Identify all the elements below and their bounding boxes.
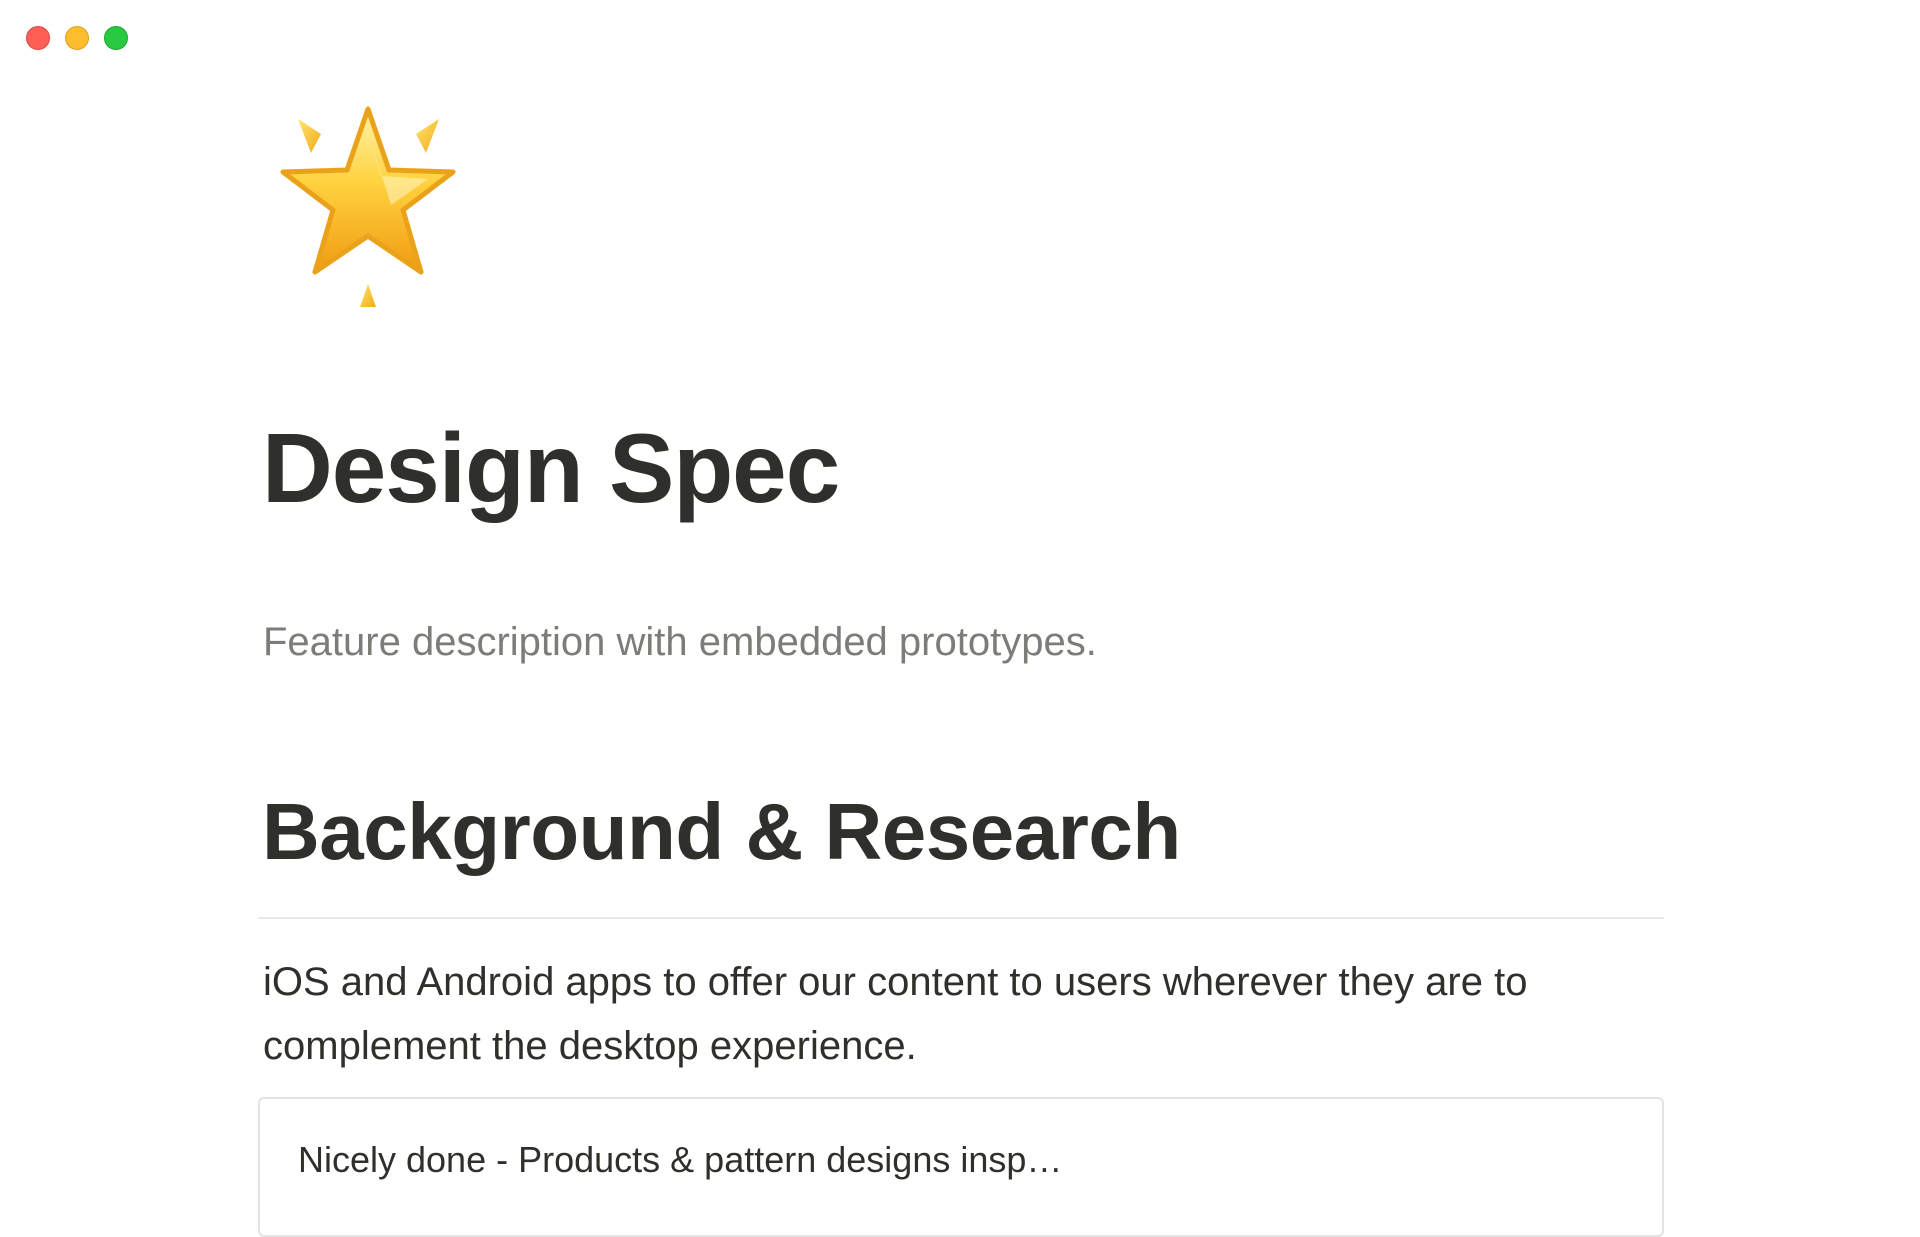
glowing-star-svg <box>280 106 456 307</box>
glowing-star-icon[interactable] <box>268 104 468 314</box>
window-controls <box>26 26 128 50</box>
bookmark-card[interactable]: Nicely done - Products & pattern designs… <box>258 1097 1664 1237</box>
minimize-window-button[interactable] <box>65 26 89 50</box>
section-body-text[interactable]: iOS and Android apps to offer our conten… <box>263 950 1663 1078</box>
zoom-window-button[interactable] <box>104 26 128 50</box>
page-description[interactable]: Feature description with embedded protot… <box>263 618 1097 666</box>
section-divider <box>258 917 1664 919</box>
page-title[interactable]: Design Spec <box>262 410 840 528</box>
bookmark-title[interactable]: Nicely done - Products & pattern designs… <box>298 1139 1062 1181</box>
close-window-button[interactable] <box>26 26 50 50</box>
section-heading[interactable]: Background & Research <box>262 784 1181 880</box>
